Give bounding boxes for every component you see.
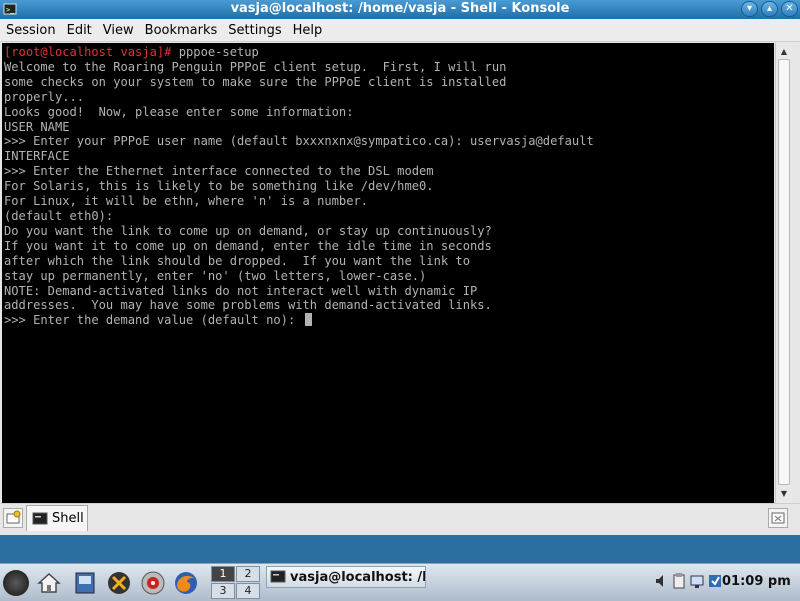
terminal-line: properly... — [4, 89, 85, 104]
terminal-icon — [32, 512, 48, 524]
clipboard-icon[interactable] — [672, 572, 686, 590]
terminal-line: Do you want the link to come up on deman… — [4, 223, 492, 238]
window-title: vasja@localhost: /home/vasja - Shell - K… — [230, 1, 570, 16]
menu-edit[interactable]: Edit — [62, 23, 97, 38]
terminal-output[interactable]: [root@localhost vasja]# pppoe-setup Welco… — [2, 43, 774, 503]
menu-settings[interactable]: Settings — [223, 23, 286, 38]
terminal-line: For Linux, it will be ethn, where 'n' is… — [4, 194, 369, 209]
system-tray — [654, 572, 722, 590]
menu-view[interactable]: View — [98, 23, 139, 38]
close-tab-button[interactable] — [768, 508, 788, 528]
close-icon[interactable]: ✕ — [781, 1, 798, 17]
firefox-icon[interactable] — [173, 570, 199, 596]
menu-bar: Session Edit View Bookmarks Settings Hel… — [0, 19, 800, 42]
clock[interactable]: 01:09 pm — [722, 574, 791, 589]
terminal-line: Looks good! Now, please enter some infor… — [4, 104, 354, 119]
taskbar: 1 2 3 4 vasja@localhost: /h 01:09 pm — [0, 563, 800, 601]
terminal-line: USER NAME — [4, 119, 70, 134]
terminal-line: after which the link should be dropped. … — [4, 253, 470, 268]
desktop-2[interactable]: 2 — [236, 566, 260, 582]
demand-prompt: >>> Enter the demand value (default no): — [4, 313, 303, 328]
desktop-pager: 1 2 3 4 — [211, 566, 261, 599]
text-cursor — [304, 313, 312, 327]
scroll-thumb[interactable] — [778, 59, 790, 485]
shell-command: pppoe-setup — [171, 45, 259, 59]
terminal-line: INTERFACE — [4, 149, 70, 164]
terminal-line: If you want it to come up on demand, ent… — [4, 238, 492, 253]
new-tab-icon — [6, 510, 21, 524]
terminal-line: >>> Enter the Ethernet interface connect… — [4, 164, 434, 179]
task-label: vasja@localhost: /h — [290, 569, 426, 585]
terminal-text: [root@localhost vasja]# pppoe-setup Welco… — [4, 45, 594, 328]
kde-menu-icon[interactable] — [3, 570, 29, 596]
update-icon[interactable] — [708, 572, 722, 590]
network-icon[interactable] — [690, 572, 704, 590]
volume-icon[interactable] — [654, 572, 668, 590]
new-tab-button[interactable] — [3, 508, 23, 528]
terminal-line: (default eth0): — [4, 208, 114, 223]
terminal-line: For Solaris, this is likely to be someth… — [4, 179, 434, 194]
system-settings-icon[interactable] — [72, 570, 98, 596]
tools-icon[interactable] — [106, 570, 132, 596]
terminal-line: Welcome to the Roaring Penguin PPPoE cli… — [4, 59, 507, 74]
desktop-1[interactable]: 1 — [211, 566, 235, 582]
title-bar[interactable]: >_ vasja@localhost: /home/vasja - Shell … — [0, 0, 800, 19]
scroll-up-icon[interactable]: ▲ — [776, 45, 792, 59]
task-konsole[interactable]: vasja@localhost: /h — [266, 566, 426, 588]
maximize-icon[interactable]: ▴ — [761, 1, 778, 17]
menu-bookmarks[interactable]: Bookmarks — [140, 23, 223, 38]
terminal-line: >>> Enter your PPPoE user name (default … — [4, 134, 594, 149]
shell-prompt: [root@localhost vasja]# — [4, 45, 172, 59]
terminal-scrollbar[interactable]: ▲ ▼ — [775, 43, 792, 503]
current-input-line[interactable]: >>> Enter the demand value (default no): — [4, 313, 594, 328]
terminal-line: addresses. You may have some problems wi… — [4, 298, 492, 313]
menu-help[interactable]: Help — [288, 23, 328, 38]
tab-label: Shell — [52, 511, 84, 526]
prompt-line: [root@localhost vasja]# pppoe-setup — [4, 45, 594, 60]
media-icon[interactable] — [140, 570, 166, 596]
terminal-line: NOTE: Demand-activated links do not inte… — [4, 283, 478, 298]
home-icon[interactable] — [36, 570, 62, 596]
terminal-line: some checks on your system to make sure … — [4, 74, 507, 89]
scroll-down-icon[interactable]: ▼ — [776, 487, 792, 501]
konsole-window: >_ vasja@localhost: /home/vasja - Shell … — [0, 0, 800, 535]
terminal-line: stay up permanently, enter 'no' (two let… — [4, 268, 427, 283]
desktop-3[interactable]: 3 — [211, 583, 235, 599]
close-tab-icon — [771, 512, 785, 524]
minimize-icon[interactable]: ▾ — [741, 1, 758, 17]
desktop-4[interactable]: 4 — [236, 583, 260, 599]
tab-bar: Shell — [0, 503, 800, 535]
menu-session[interactable]: Session — [1, 23, 61, 38]
terminal-icon — [270, 570, 286, 583]
tab-shell[interactable]: Shell — [26, 505, 88, 531]
